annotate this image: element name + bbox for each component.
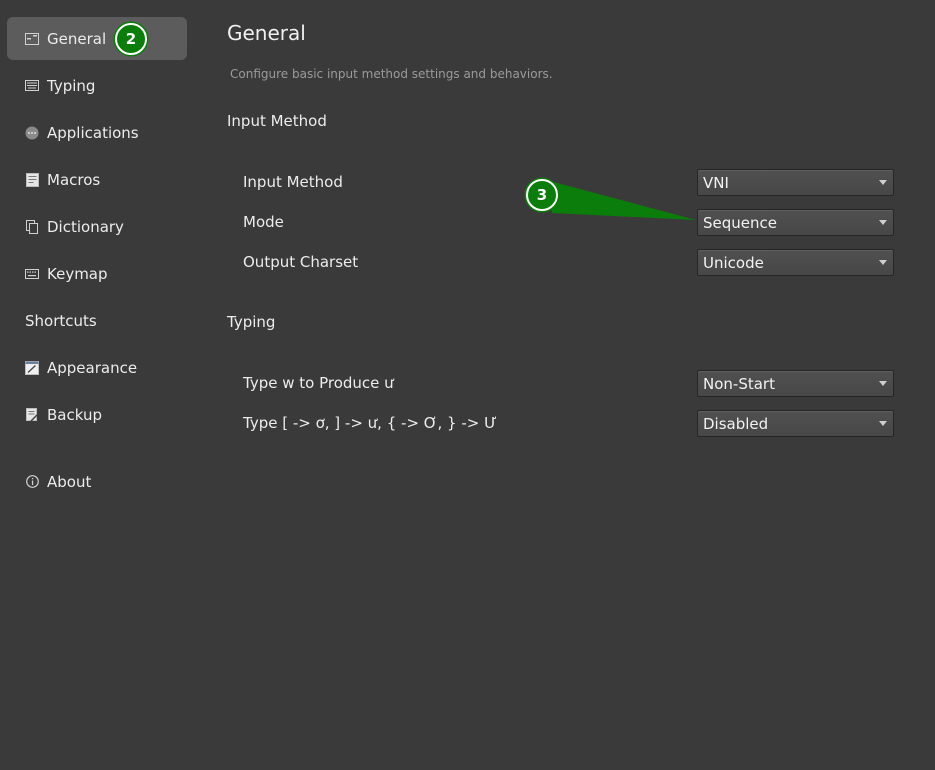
sidebar-item-appearance[interactable]: Appearance [7,346,187,389]
select-value: Disabled [703,414,769,433]
sidebar-item-label: Applications [47,123,139,142]
sidebar-item-label: General [47,29,107,48]
type-brackets-label: Type [ -> ơ, ] -> ư, { -> Ơ, } -> Ư [243,414,497,432]
sidebar-item-general[interactable]: General [7,17,187,60]
applications-icon [25,126,39,140]
sidebar-item-label: Typing [47,76,96,95]
sidebar-item-label: Backup [47,405,102,424]
select-value: Sequence [703,213,777,232]
dropdown-arrow-icon [879,180,887,185]
main-panel: General Configure basic input method set… [227,0,935,770]
select-value: VNI [703,173,729,192]
general-icon [25,32,39,46]
select-value: Unicode [703,253,764,272]
sidebar-item-dictionary[interactable]: Dictionary [7,205,187,248]
dictionary-icon [25,219,39,234]
macros-icon [25,172,39,187]
type-w-select[interactable]: Non-Start [697,370,894,397]
page-subtitle: Configure basic input method settings an… [230,67,553,81]
keyboard-icon [25,79,39,93]
mode-label: Mode [243,213,284,231]
sidebar-item-applications[interactable]: Applications [7,111,187,154]
input-method-select[interactable]: VNI [697,169,894,196]
dropdown-arrow-icon [879,381,887,386]
sidebar-item-backup[interactable]: Backup [7,393,187,436]
sidebar-item-shortcuts[interactable]: Shortcuts [7,299,187,342]
select-value: Non-Start [703,374,775,393]
sidebar-item-macros[interactable]: Macros [7,158,187,201]
section-heading-input-method: Input Method [227,112,327,130]
dropdown-arrow-icon [879,260,887,265]
type-brackets-select[interactable]: Disabled [697,410,894,437]
sidebar-item-label: Dictionary [47,217,124,236]
section-heading-typing: Typing [227,313,276,331]
output-charset-select[interactable]: Unicode [697,249,894,276]
annotation-marker-2: 2 [115,23,147,55]
backup-icon [25,407,39,422]
sidebar-item-typing[interactable]: Typing [7,64,187,107]
sidebar-item-keymap[interactable]: Keymap [7,252,187,295]
sidebar-item-about[interactable]: About [7,460,187,503]
sidebar-item-label: Keymap [47,264,108,283]
keymap-icon [25,267,39,281]
sidebar-item-label: Appearance [47,358,138,377]
input-method-label: Input Method [243,173,343,191]
dropdown-arrow-icon [879,421,887,426]
appearance-icon [25,360,39,375]
sidebar-item-label: Macros [47,170,101,189]
sidebar: General Typing Applications Macros Dicti [0,0,200,770]
settings-window: General Typing Applications Macros Dicti [0,0,935,770]
page-title: General [227,21,306,45]
sidebar-item-label: About [47,472,92,491]
mode-select[interactable]: Sequence [697,209,894,236]
info-icon [25,475,39,489]
output-charset-label: Output Charset [243,253,359,271]
annotation-marker-3: 3 [526,179,558,211]
sidebar-item-label: Shortcuts [25,311,97,330]
dropdown-arrow-icon [879,220,887,225]
type-w-label: Type w to Produce ư [243,374,394,392]
